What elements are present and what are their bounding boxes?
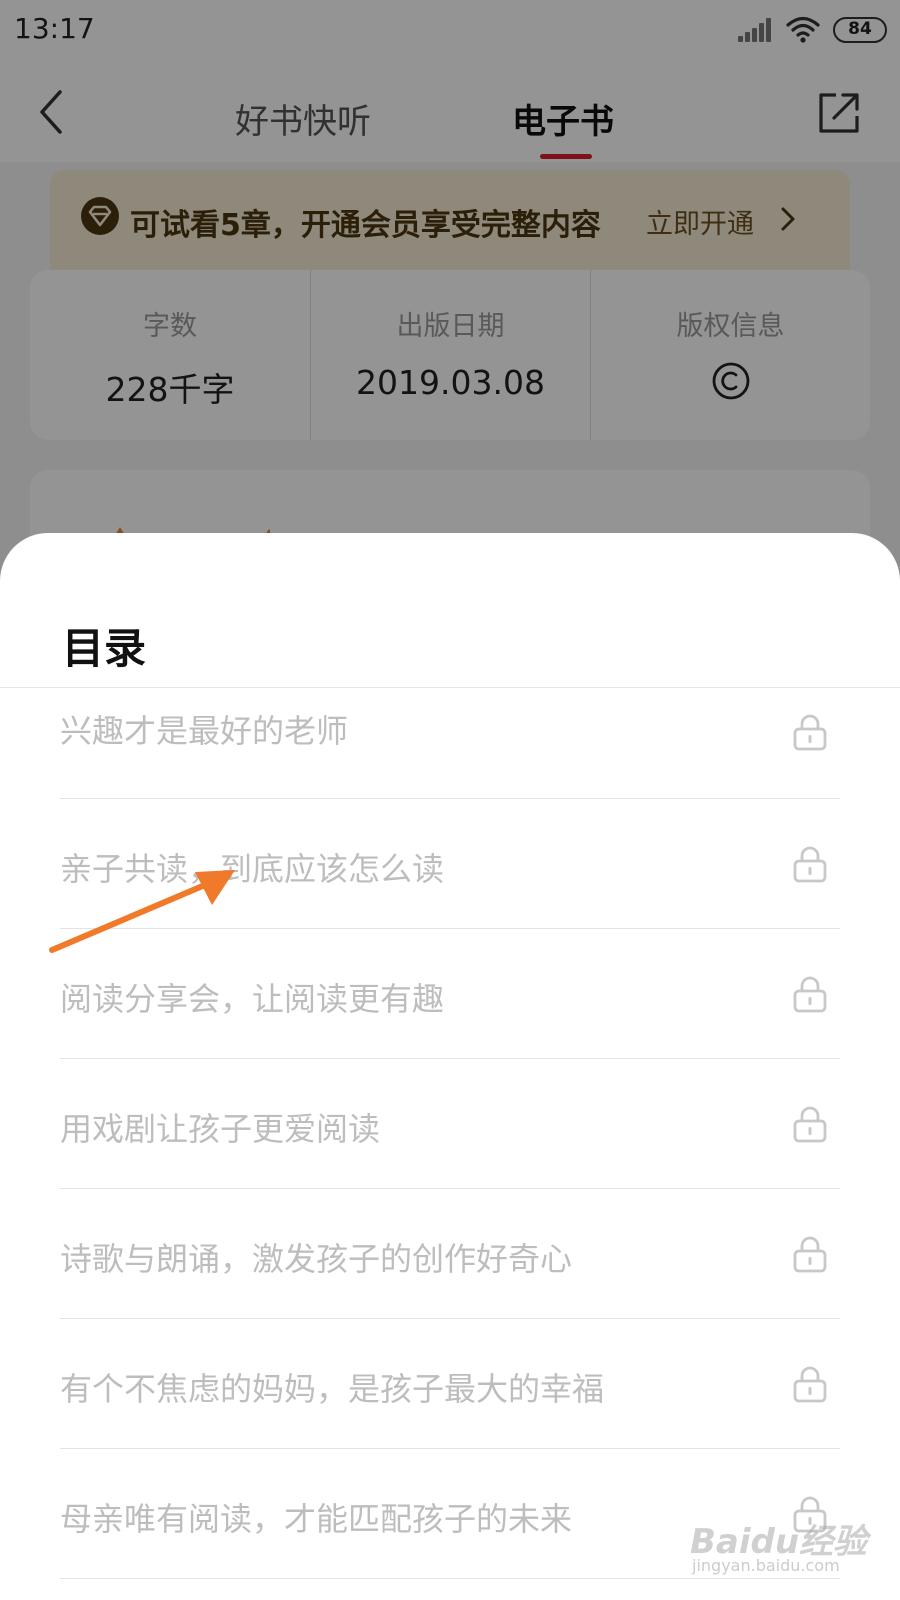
chapter-title: 母亲唯有阅读，才能匹配孩子的未来 xyxy=(60,1500,573,1538)
lock-icon xyxy=(793,976,827,1013)
lock-icon xyxy=(793,846,827,883)
annotation-arrow-icon xyxy=(49,870,235,953)
chapter-list: 兴趣才是最好的老师 亲子共读，到底应该怎么读 阅读分享会，让阅读更有趣 用戏剧让… xyxy=(60,688,840,1579)
toc-title: 目录 xyxy=(62,624,147,673)
chapter-title: 有个不焦虑的妈妈，是孩子最大的幸福 xyxy=(60,1370,605,1408)
chapter-item[interactable]: 有个不焦虑的妈妈，是孩子最大的幸福 xyxy=(60,1319,840,1449)
chapter-item[interactable]: 用戏剧让孩子更爱阅读 xyxy=(60,1059,840,1189)
watermark: Baidu经验 jingyan.baidu.com xyxy=(690,1514,880,1584)
lock-icon xyxy=(793,1106,827,1143)
chapter-item[interactable]: 诗歌与朗诵，激发孩子的创作好奇心 xyxy=(60,1189,840,1319)
chapter-title: 兴趣才是最好的老师 xyxy=(60,712,349,750)
chapter-item[interactable]: 兴趣才是最好的老师 xyxy=(60,688,840,799)
lock-icon xyxy=(793,1236,827,1273)
lock-icon xyxy=(793,1366,827,1403)
chapter-title: 阅读分享会，让阅读更有趣 xyxy=(60,980,445,1018)
chapter-title: 诗歌与朗诵，激发孩子的创作好奇心 xyxy=(60,1240,573,1278)
watermark-url: jingyan.baidu.com xyxy=(692,1556,840,1575)
chapter-title: 用戏剧让孩子更爱阅读 xyxy=(60,1110,381,1148)
toc-sheet: 目录 兴趣才是最好的老师 亲子共读，到底应该怎么读 阅读分享会，让阅读更有趣 用… xyxy=(0,533,900,1600)
lock-icon xyxy=(793,714,827,751)
